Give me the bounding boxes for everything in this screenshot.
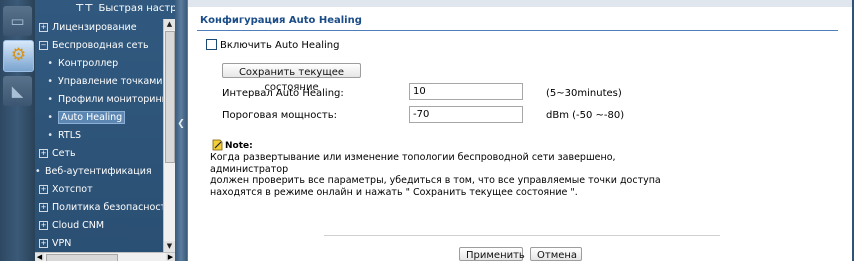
note-pencil-icon [212, 139, 223, 151]
scroll-thumb[interactable] [165, 31, 175, 163]
scroll-left-icon[interactable]: ◀ [35, 253, 44, 261]
sidebar-item-label: Контроллер [58, 58, 119, 69]
power-threshold-input[interactable] [409, 106, 523, 123]
interval-hint: (5~30minutes) [546, 88, 622, 99]
apply-button[interactable]: Применить [459, 247, 525, 261]
expand-icon[interactable]: + [39, 23, 48, 32]
sidebar-item[interactable]: • Auto Healing [35, 109, 163, 127]
bullet-icon: • [35, 166, 41, 177]
bullet-icon: • [47, 112, 53, 123]
sidebar-item[interactable]: + Политика безопасности [35, 199, 163, 217]
hscroll-thumb[interactable] [46, 254, 118, 261]
sidebar-item[interactable]: + Хотспот [35, 181, 163, 199]
scroll-up-icon[interactable]: ▲ [164, 19, 175, 30]
sidebar-item[interactable]: • RTLS [35, 127, 163, 145]
sidebar-item-label: VPN [52, 238, 72, 249]
interval-label: Интервал Auto Healing: [222, 88, 344, 99]
note-line: находятся в режиме онлайн и нажать " Сох… [210, 186, 578, 198]
scroll-right-icon[interactable]: ▶ [166, 253, 175, 261]
expand-icon[interactable]: + [39, 149, 48, 158]
main-panel: Конфигурация Auto Healing Включить Auto … [187, 0, 854, 261]
quick-setup-link[interactable]: ⊤⊤ Быстрая настройка [35, 0, 175, 18]
sidebar-item[interactable]: + Сеть [35, 145, 163, 163]
enable-auto-healing-label: Включить Auto Healing [220, 40, 340, 51]
sidebar-item-label: Сеть [52, 148, 76, 159]
page-title: Конфигурация Auto Healing [200, 15, 362, 26]
sidebar-item[interactable]: + Лицензирование [35, 19, 163, 37]
bullet-icon: • [47, 76, 53, 87]
maintenance-icon[interactable]: ◣ [3, 76, 32, 106]
sidebar-item[interactable]: • Профили мониторинга [35, 91, 163, 109]
top-band [188, 0, 852, 7]
sidebar-item-label: Политика безопасности [52, 202, 163, 213]
sidebar-item[interactable]: • Веб-аутентификация [35, 163, 163, 181]
panel-splitter[interactable]: ❮ [175, 0, 187, 261]
bullet-icon: • [47, 58, 53, 69]
sidebar-item-label: Cloud CNM [52, 220, 105, 231]
collapse-arrow-icon[interactable]: ❮ [177, 112, 185, 136]
nav-vertical-scrollbar[interactable]: ▲ ▼ [163, 19, 175, 252]
save-current-state-button[interactable]: Сохранить текущее состояние [222, 63, 361, 93]
sidebar-item[interactable]: • Контроллер [35, 55, 163, 73]
power-threshold-hint: dBm (-50 ~-80) [546, 110, 625, 121]
interval-input[interactable] [409, 83, 523, 100]
bullet-icon: • [47, 94, 53, 105]
collapse-icon[interactable]: − [39, 41, 48, 50]
navigation-panel: ⊤⊤ Быстрая настройка +Лицензирование−Бес… [35, 0, 175, 261]
quick-setup-label: Быстрая настройка [98, 3, 175, 14]
sidebar-item-label: Лицензирование [52, 22, 137, 33]
enable-auto-healing-checkbox[interactable] [206, 39, 217, 50]
power-threshold-label: Пороговая мощность: [222, 110, 338, 121]
sidebar-item[interactable]: + VPN [35, 235, 163, 253]
sidebar-item-label: Auto Healing [58, 111, 126, 124]
note-title: Note: [225, 141, 253, 151]
scroll-down-icon[interactable]: ▼ [164, 241, 175, 252]
sidebar-item[interactable]: + Cloud CNM [35, 217, 163, 235]
expand-icon[interactable]: + [39, 185, 48, 194]
note-line: должен проверить все параметры, убедитьс… [210, 175, 661, 186]
sidebar-item-label: Хотспот [52, 184, 93, 195]
note-line: Когда развертывание или изменение тополо… [210, 152, 616, 175]
navigation-tree: + Лицензирование − Беспроводная сеть • Контро… [35, 19, 163, 253]
expand-icon[interactable]: + [39, 203, 48, 212]
sidebar-item-label: RTLS [58, 130, 82, 141]
expand-icon[interactable]: + [39, 239, 48, 248]
configuration-gear-icon[interactable]: ⚙ [3, 40, 34, 72]
sidebar-item-label: Управление точками доступа [58, 76, 163, 87]
expand-icon[interactable]: + [39, 221, 48, 230]
title-divider [197, 30, 838, 31]
cancel-button[interactable]: Отмена [530, 247, 582, 261]
monitor-icon[interactable]: ▭ [3, 6, 32, 36]
sidebar-item[interactable]: − Беспроводная сеть [35, 37, 163, 55]
sidebar-item[interactable]: • Управление точками доступа [35, 73, 163, 91]
wand-icon: ⊤⊤ [75, 3, 94, 14]
enable-auto-healing-row[interactable]: Включить Auto Healing [206, 39, 339, 51]
icon-rail: ▭ ⚙ ◣ [0, 0, 35, 261]
footer-divider [324, 235, 720, 236]
sidebar-item-label: Веб-аутентификация [45, 166, 152, 177]
bullet-icon: • [47, 130, 53, 141]
nav-horizontal-scrollbar[interactable]: ◀ ▶ [35, 252, 175, 261]
note-text: Когда развертывание или изменение тополо… [210, 152, 670, 198]
sidebar-item-label: Профили мониторинга [58, 94, 163, 105]
sidebar-item-label: Беспроводная сеть [52, 40, 149, 51]
